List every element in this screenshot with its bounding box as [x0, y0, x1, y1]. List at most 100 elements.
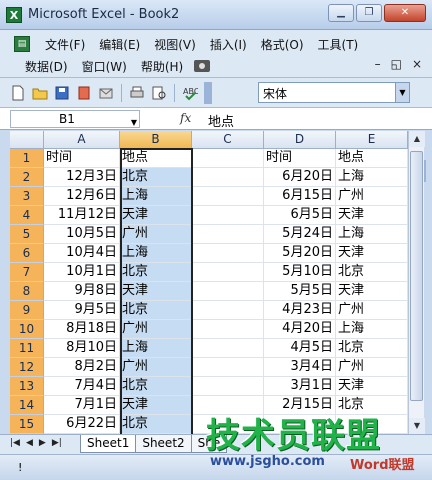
cell-b[interactable]: 北京: [120, 168, 192, 187]
cell-a[interactable]: 11月12日: [44, 206, 120, 225]
cell-d[interactable]: 3月1日: [264, 377, 336, 396]
tab-sheet3[interactable]: She: [190, 435, 228, 453]
cell-d[interactable]: 5月24日: [264, 225, 336, 244]
menu-view[interactable]: 视图(V): [147, 36, 203, 53]
cell-c[interactable]: [192, 206, 264, 225]
cell-e[interactable]: 上海: [336, 320, 408, 339]
cell-d[interactable]: 6月20日: [264, 168, 336, 187]
menu-insert[interactable]: 插入(I): [203, 36, 254, 53]
row-header[interactable]: 3: [10, 187, 44, 206]
cell-b[interactable]: 上海: [120, 244, 192, 263]
cell-b[interactable]: 天津: [120, 282, 192, 301]
row-header[interactable]: 1: [10, 149, 44, 168]
cell-c[interactable]: [192, 396, 264, 415]
select-all-corner[interactable]: [10, 131, 44, 149]
row-header[interactable]: 12: [10, 358, 44, 377]
cell-a[interactable]: 12月3日: [44, 168, 120, 187]
menu-window[interactable]: 窗口(W): [75, 58, 134, 75]
menu-format[interactable]: 格式(O): [254, 36, 311, 53]
cell-a[interactable]: 9月5日: [44, 301, 120, 320]
next-sheet-icon[interactable]: ▶: [39, 438, 46, 448]
cell-a[interactable]: 时间: [44, 149, 120, 168]
cell-c[interactable]: [192, 225, 264, 244]
cell-c[interactable]: [192, 244, 264, 263]
row-header[interactable]: 9: [10, 301, 44, 320]
cell-b[interactable]: 北京: [120, 263, 192, 282]
cell-a[interactable]: 8月10日: [44, 339, 120, 358]
last-sheet-icon[interactable]: ▶|: [52, 438, 62, 448]
cell-d[interactable]: 3月4日: [264, 358, 336, 377]
formula-input[interactable]: 地点: [208, 111, 234, 130]
cell-e[interactable]: 天津: [336, 244, 408, 263]
cell-d[interactable]: 4月5日: [264, 339, 336, 358]
camera-icon[interactable]: [194, 60, 211, 72]
row-header[interactable]: 2: [10, 168, 44, 187]
row-header[interactable]: 4: [10, 206, 44, 225]
doc-minimize-icon[interactable]: –: [375, 57, 381, 71]
cell-c[interactable]: [192, 339, 264, 358]
cell-a[interactable]: 8月2日: [44, 358, 120, 377]
cell-a[interactable]: 10月4日: [44, 244, 120, 263]
cell-e[interactable]: 天津: [336, 206, 408, 225]
cell-e[interactable]: 上海: [336, 168, 408, 187]
menu-tools[interactable]: 工具(T): [311, 36, 366, 53]
cell-a[interactable]: 12月6日: [44, 187, 120, 206]
row-header[interactable]: 11: [10, 339, 44, 358]
cell-c[interactable]: [192, 301, 264, 320]
cell-b[interactable]: 广州: [120, 320, 192, 339]
cell-b[interactable]: 天津: [120, 206, 192, 225]
name-box[interactable]: B1 ▼: [10, 110, 140, 128]
prev-sheet-icon[interactable]: ◀: [26, 438, 33, 448]
cell-c[interactable]: [192, 168, 264, 187]
scroll-thumb[interactable]: [410, 151, 423, 401]
close-button[interactable]: ✕: [384, 4, 426, 22]
scroll-down-icon[interactable]: ▼: [409, 418, 425, 434]
chevron-down-icon[interactable]: ▼: [395, 83, 409, 102]
print-preview-icon[interactable]: [149, 83, 169, 103]
cell-d[interactable]: 5月20日: [264, 244, 336, 263]
cell-b[interactable]: 广州: [120, 358, 192, 377]
restore-button[interactable]: ❐: [356, 4, 382, 22]
cell-e[interactable]: 上海: [336, 225, 408, 244]
row-header[interactable]: 6: [10, 244, 44, 263]
cell-a[interactable]: 7月1日: [44, 396, 120, 415]
cell-e[interactable]: 北京: [336, 263, 408, 282]
row-header[interactable]: 5: [10, 225, 44, 244]
scroll-up-icon[interactable]: ▲: [409, 131, 425, 147]
print-icon[interactable]: [127, 83, 147, 103]
tab-sheet2[interactable]: Sheet2: [135, 435, 192, 453]
cell-c[interactable]: [192, 415, 264, 434]
cell-b[interactable]: 北京: [120, 301, 192, 320]
column-header-e[interactable]: E: [336, 131, 408, 149]
cell-d[interactable]: [264, 415, 336, 434]
cell-a[interactable]: 7月4日: [44, 377, 120, 396]
spelling-icon[interactable]: ABC: [180, 83, 200, 103]
cell-b[interactable]: 北京: [120, 415, 192, 434]
cell-e[interactable]: 地点: [336, 149, 408, 168]
chevron-down-icon[interactable]: ▼: [131, 115, 137, 131]
cell-e[interactable]: 天津: [336, 282, 408, 301]
cell-e[interactable]: 广州: [336, 187, 408, 206]
cell-d[interactable]: 6月15日: [264, 187, 336, 206]
cell-e[interactable]: 北京: [336, 396, 408, 415]
row-header[interactable]: 10: [10, 320, 44, 339]
cell-c[interactable]: [192, 263, 264, 282]
column-header-a[interactable]: A: [44, 131, 120, 149]
save-icon[interactable]: [52, 83, 72, 103]
column-header-d[interactable]: D: [264, 131, 336, 149]
cell-c[interactable]: [192, 320, 264, 339]
cell-c[interactable]: [192, 187, 264, 206]
cell-c[interactable]: [192, 282, 264, 301]
minimize-button[interactable]: ▁: [328, 4, 354, 22]
cell-e[interactable]: 广州: [336, 301, 408, 320]
doc-close-icon[interactable]: ×: [412, 57, 422, 71]
cell-a[interactable]: 10月5日: [44, 225, 120, 244]
cell-b[interactable]: 天津: [120, 396, 192, 415]
toolbar-options-chevron[interactable]: [204, 82, 212, 104]
font-name-dropdown[interactable]: 宋体 ▼: [258, 82, 410, 103]
cell-e[interactable]: 北京: [336, 339, 408, 358]
cell-d[interactable]: 时间: [264, 149, 336, 168]
permission-icon[interactable]: [74, 83, 94, 103]
cell-e[interactable]: 天津: [336, 377, 408, 396]
cell-d[interactable]: 4月20日: [264, 320, 336, 339]
